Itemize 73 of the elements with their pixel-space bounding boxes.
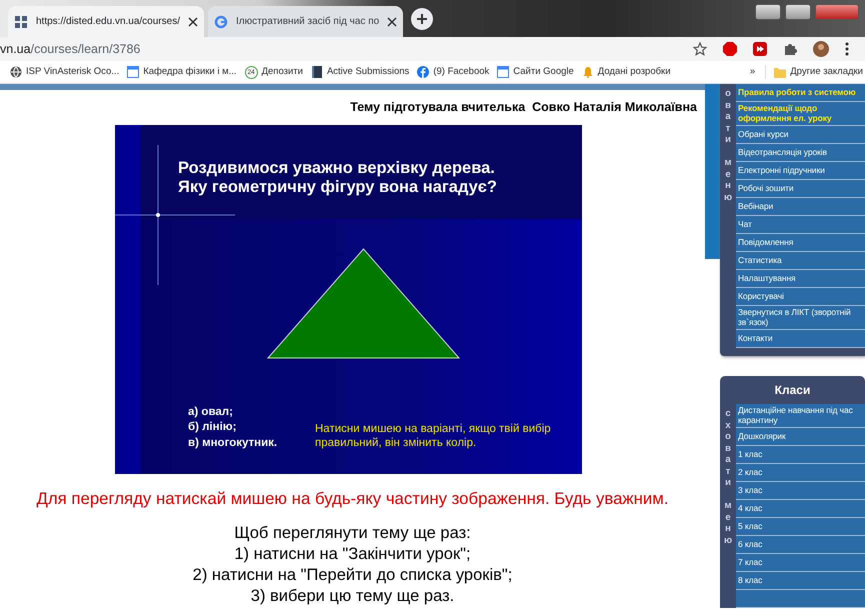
menu-item[interactable]: Обрані курси	[736, 126, 865, 144]
g-logo-icon	[214, 14, 228, 28]
menu-item[interactable]: Правила роботи з системою	[736, 84, 865, 102]
menu-item[interactable]: Рекомендації щодо оформлення ел. уроку	[736, 102, 865, 126]
bell-icon	[582, 66, 594, 78]
menu-item[interactable]: Звернутися в ЛІКТ (зворотній зв`язок)	[736, 306, 865, 330]
class-item[interactable]: 5 клас	[736, 518, 865, 536]
avatar-icon[interactable]	[813, 41, 829, 57]
class-item[interactable]: 4 клас	[736, 500, 865, 518]
class-item[interactable]: 6 клас	[736, 536, 865, 554]
slide-picture[interactable]: Роздивимося уважно верхівку дерева. Яку геометричну фігуру вона нагадує? а) овал; б) лінію; в) многокутник. Натисни мишею на варіанті, якщо твій вибір правильний, він змінить колір.	[115, 124, 582, 474]
class-item[interactable]: 8 клас	[736, 572, 865, 590]
bookmark-link[interactable]: Додані розробки	[580, 64, 673, 80]
book-icon	[310, 66, 323, 78]
instruction-line: 1) натисни на "Закінчити урок";	[233, 544, 472, 565]
menu-item[interactable]: Контакти	[736, 330, 865, 348]
globe-icon	[10, 66, 22, 78]
menu-item[interactable]: Електронні підручники	[736, 162, 865, 180]
class-item[interactable]: Дошколярик	[736, 428, 865, 446]
browser-tab[interactable]: https://disted.edu.vn.ua/courses/	[8, 6, 204, 37]
stop-sign-icon[interactable]	[723, 42, 737, 56]
panel-title: Класи	[774, 382, 812, 399]
plus-icon	[416, 13, 428, 26]
class-item[interactable]	[736, 590, 865, 608]
star-icon[interactable]	[693, 42, 707, 56]
menu-item[interactable]: Робочі зошити	[736, 180, 865, 198]
bookmark-link[interactable]: ISP VinAsterisk Осо...	[8, 64, 122, 80]
restore-button[interactable]	[785, 4, 811, 20]
hide-menu-toggle[interactable]: овати меню	[720, 84, 736, 356]
grid-icon	[14, 14, 28, 28]
menu-item[interactable]: Відеотрансляція уроків	[736, 144, 865, 162]
menu-item[interactable]: Користувачі	[736, 288, 865, 306]
answer-option[interactable]: в) многокутник.	[188, 436, 278, 452]
menu-item[interactable]: Чат	[736, 216, 865, 234]
instruction-line: 2) натисни на "Перейти до списка уроків";	[192, 564, 514, 586]
instruction-line: Щоб переглянути тему ще раз:	[233, 522, 472, 544]
facebook-icon	[417, 66, 430, 78]
slide-title: Роздивимося уважно верхівку дерева. Яку геометричну фігуру вона нагадує?	[178, 158, 498, 197]
bookmark-link[interactable]: Кафедра фізики і м...	[125, 64, 239, 80]
bookmark-link[interactable]: Сайти Google	[495, 64, 576, 80]
minimize-button[interactable]	[755, 4, 781, 20]
triangle-drawing[interactable]	[267, 248, 460, 359]
browser-tab[interactable]: Ілюстративний засіб під час по	[208, 6, 404, 37]
bookmark-link[interactable]: Active Submissions	[308, 64, 412, 80]
menu-icon[interactable]	[845, 42, 849, 56]
author-line: Тему підготувала вчителька Совко Наталія Миколаївна	[349, 99, 698, 116]
class-item[interactable]: 7 клас	[736, 554, 865, 572]
menu-item[interactable]: Налаштування	[736, 270, 865, 288]
class-item[interactable]: 3 клас	[736, 482, 865, 500]
menu-item[interactable]: Статистика	[736, 252, 865, 270]
page-icon	[127, 66, 140, 78]
bookmark-link[interactable]: (9) Facebook	[415, 64, 492, 80]
instruction-line: 3) вибери цю тему ще раз.	[250, 586, 456, 607]
answer-option[interactable]: б) лінію;	[188, 420, 278, 436]
more-bookmarks-button[interactable]: »	[748, 64, 758, 80]
class-item[interactable]: 2 клас	[736, 464, 865, 482]
puzzle-icon[interactable]	[783, 42, 797, 56]
class-item[interactable]: Дистанційне навчання під час карантину	[736, 404, 865, 428]
slide-hint: Натисни мишею на варіанті, якщо твій вибір правильний, він змінить колір.	[315, 422, 552, 450]
bookmark-folder[interactable]: Другие закладки	[765, 64, 865, 80]
play-icon[interactable]	[753, 42, 767, 56]
hide-menu-toggle[interactable]: сховати меню	[720, 404, 736, 608]
menu-item[interactable]: Повідомлення	[736, 234, 865, 252]
class-item[interactable]: 1 клас	[736, 446, 865, 464]
answer-option[interactable]: а) овал;	[188, 404, 278, 420]
close-button[interactable]	[815, 4, 859, 20]
page-icon	[497, 66, 510, 78]
menu-item[interactable]: Вебінари	[736, 198, 865, 216]
folder-icon	[774, 66, 786, 78]
close-icon[interactable]	[188, 16, 198, 26]
close-icon[interactable]	[387, 16, 398, 26]
notice-text: Для перегляду натискай мишею на будь-яку частину зображення. Будь уважним.	[36, 488, 670, 510]
new-tab-button[interactable]	[411, 8, 434, 30]
